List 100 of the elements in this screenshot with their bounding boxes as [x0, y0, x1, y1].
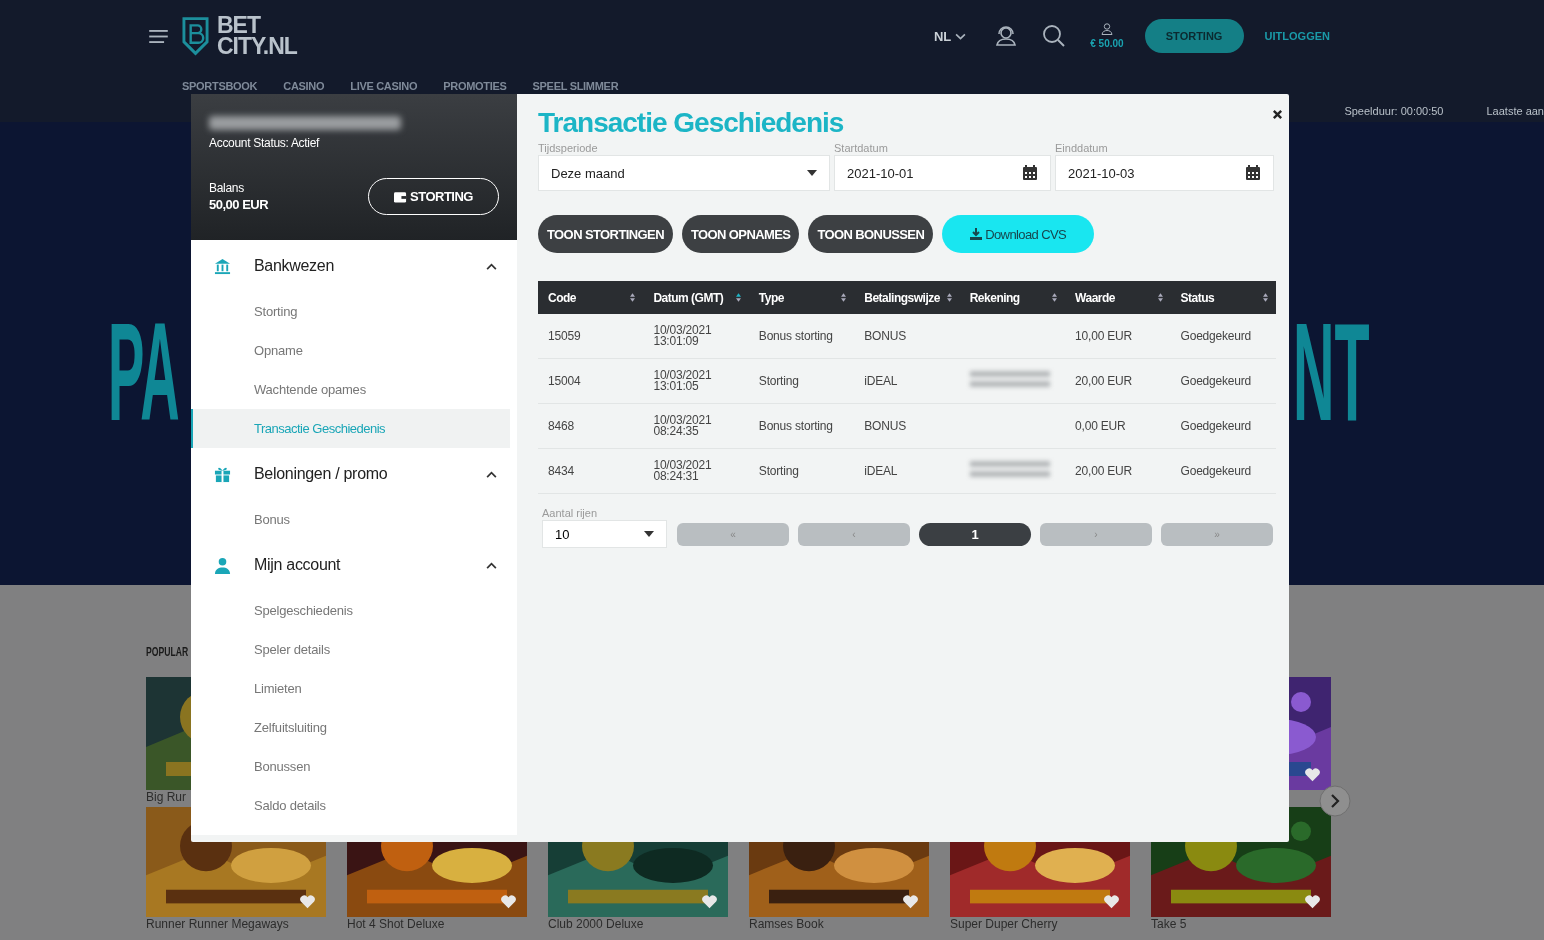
- menu-section[interactable]: Mijn account: [191, 539, 517, 591]
- table-cell: 20,00 EUR: [1065, 358, 1171, 404]
- sort-icon[interactable]: [1052, 293, 1058, 302]
- column-header[interactable]: Rekening: [959, 281, 1066, 314]
- nav-link[interactable]: LIVE CASINO: [350, 79, 418, 92]
- search-icon[interactable]: [1042, 24, 1067, 48]
- calendar-icon[interactable]: [1022, 165, 1038, 181]
- date-field[interactable]: 2021-10-01: [834, 155, 1051, 191]
- sort-icon[interactable]: [1263, 293, 1268, 302]
- table-cell: Goedgekeurd: [1170, 314, 1276, 359]
- nav-link[interactable]: PROMOTIES: [443, 79, 507, 92]
- table-cell: 10/03/2021 13:01:09: [643, 314, 749, 359]
- menu-icon[interactable]: [149, 29, 168, 43]
- page-button[interactable]: 1: [919, 523, 1031, 546]
- shield-logo-icon[interactable]: [182, 14, 209, 58]
- sort-icon[interactable]: [735, 293, 741, 302]
- sort-icon[interactable]: [946, 293, 952, 302]
- column-header[interactable]: Datum (GMT): [643, 281, 749, 314]
- game-title[interactable]: Super Duper Cherry: [950, 917, 1130, 932]
- date-field[interactable]: 2021-10-03: [1055, 155, 1274, 191]
- gift-icon: [214, 465, 231, 483]
- last-login: Laatste aan: [1486, 104, 1544, 117]
- menu-item[interactable]: Spelgeschiedenis: [191, 591, 510, 630]
- play-time: Speelduur: 00:00:50: [1344, 104, 1444, 117]
- column-header[interactable]: Waarde: [1065, 281, 1171, 314]
- table-cell: 10/03/2021 08:24:31: [643, 448, 749, 494]
- menu-item[interactable]: Speler details: [191, 630, 510, 669]
- heart-icon[interactable]: [1304, 894, 1321, 909]
- sort-icon[interactable]: [1157, 293, 1163, 302]
- menu-item[interactable]: Wachtende opames: [191, 370, 510, 409]
- logo-text[interactable]: BET CITY.NL: [217, 15, 297, 57]
- table-cell: 10/03/2021 08:24:35: [643, 403, 749, 449]
- calendar-icon[interactable]: [1245, 165, 1261, 181]
- table-cell: 15059: [538, 314, 644, 359]
- menu-item[interactable]: Opname: [191, 331, 510, 370]
- heart-icon[interactable]: [902, 894, 919, 909]
- table-cell: 20,00 EUR: [1065, 448, 1171, 494]
- caret-icon[interactable]: [644, 531, 654, 537]
- heart-icon[interactable]: [500, 894, 517, 909]
- account-status: Account Status: Actief: [209, 136, 321, 150]
- logout-link[interactable]: UITLOGGEN: [1264, 30, 1330, 42]
- game-title[interactable]: Take 5: [1151, 917, 1331, 932]
- menu-item[interactable]: Bonussen: [191, 747, 510, 786]
- balance-amount: € 50.00: [1090, 38, 1124, 49]
- page-title: Transactie Geschiedenis: [538, 107, 844, 139]
- heart-icon[interactable]: [1304, 767, 1321, 782]
- section-title: POPULAR: [146, 645, 189, 661]
- table-cell: 10,00 EUR: [1065, 314, 1171, 359]
- filter-button[interactable]: TOON BONUSSEN: [808, 215, 934, 253]
- table-cell: Bonus storting: [748, 403, 855, 449]
- support-icon[interactable]: [994, 24, 1019, 48]
- table-cell: 8468: [538, 403, 644, 449]
- menu-item[interactable]: Transactie Geschiedenis: [191, 409, 510, 448]
- table-cell: Goedgekeurd: [1170, 448, 1276, 494]
- column-header[interactable]: Type: [748, 281, 855, 314]
- nav-link[interactable]: CASINO: [283, 79, 325, 92]
- download-icon[interactable]: [970, 228, 983, 240]
- heart-icon[interactable]: [299, 894, 316, 909]
- person-icon: [214, 556, 231, 574]
- filter-button[interactable]: TOON STORTINGEN: [538, 215, 673, 253]
- close-icon[interactable]: [1272, 108, 1283, 120]
- nav-link[interactable]: SPORTSBOOK: [182, 79, 258, 92]
- table-cell: Bonus storting: [748, 314, 855, 359]
- menu-item[interactable]: Saldo details: [191, 786, 510, 825]
- period-select[interactable]: Deze maand: [538, 155, 830, 191]
- deposit-button[interactable]: STORTING: [1144, 19, 1244, 53]
- user-icon[interactable]: [1100, 23, 1113, 35]
- wallet-icon[interactable]: [394, 190, 408, 203]
- balance-label: Balans: [209, 181, 245, 195]
- caret-icon[interactable]: [807, 170, 817, 176]
- menu-item[interactable]: Storting: [191, 292, 510, 331]
- heart-icon[interactable]: [1103, 894, 1120, 909]
- game-title[interactable]: Hot 4 Shot Deluxe: [347, 917, 527, 932]
- column-header[interactable]: Betalingswijze: [854, 281, 960, 314]
- table-cell: 10/03/2021 13:01:05: [643, 358, 749, 404]
- language-select[interactable]: NL: [933, 28, 967, 44]
- game-title[interactable]: Ramses Book: [749, 917, 929, 932]
- menu-item[interactable]: Zelfuitsluiting: [191, 708, 510, 747]
- table-cell: 8434: [538, 448, 644, 494]
- menu-section[interactable]: Bankwezen: [191, 240, 517, 292]
- sort-icon[interactable]: [841, 293, 847, 302]
- download-button[interactable]: Download CVS: [942, 215, 1095, 253]
- chevron-icon[interactable]: [486, 262, 497, 270]
- column-header[interactable]: Code: [538, 281, 644, 314]
- sort-icon[interactable]: [630, 293, 636, 302]
- column-header[interactable]: Status: [1170, 281, 1276, 314]
- menu-section[interactable]: Beloningen / promo: [191, 448, 517, 500]
- rows-select[interactable]: 10: [542, 520, 667, 548]
- chevron-icon[interactable]: [486, 470, 497, 478]
- table-cell: Goedgekeurd: [1170, 358, 1276, 404]
- game-title[interactable]: Club 2000 Deluxe: [548, 917, 728, 932]
- menu-item[interactable]: Bonus: [191, 500, 510, 539]
- nav-link[interactable]: SPEEL SLIMMER: [532, 79, 619, 92]
- bank-icon: [214, 257, 231, 275]
- caret-icon[interactable]: [955, 32, 967, 40]
- balance-amount: 50,00 EUR: [209, 197, 269, 212]
- filter-button[interactable]: TOON OPNAMES: [681, 215, 800, 253]
- game-title[interactable]: Runner Runner Megaways: [146, 917, 326, 932]
- menu-item[interactable]: Limieten: [191, 669, 510, 708]
- chevron-icon[interactable]: [486, 561, 497, 569]
